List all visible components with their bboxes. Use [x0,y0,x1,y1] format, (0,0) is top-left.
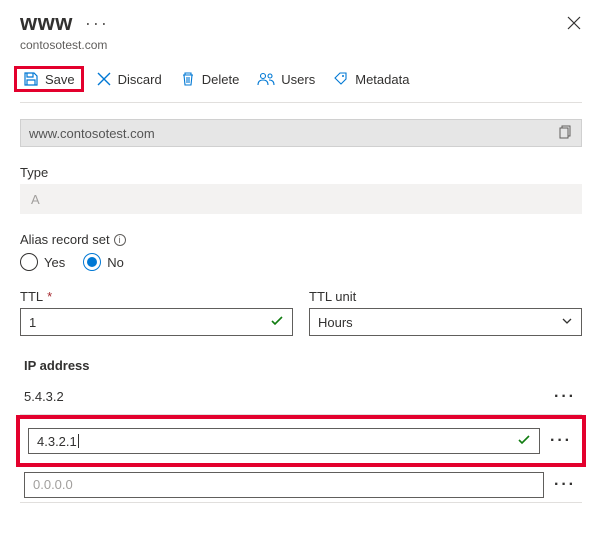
ttl-value: 1 [29,315,36,330]
discard-button[interactable]: Discard [96,71,162,87]
type-field: A [20,184,582,214]
ip-row: 5.4.3.2 ··· [20,379,582,415]
chevron-down-icon [561,315,573,330]
header-more-button[interactable]: ··· [85,14,109,32]
row-more-button[interactable]: ··· [552,476,578,494]
check-icon [517,433,531,450]
tag-icon [333,71,349,87]
delete-label: Delete [202,72,240,87]
users-label: Users [281,72,315,87]
fqdn-display: www.contosotest.com [20,119,582,147]
ip-section-header: IP address [20,358,582,373]
copy-icon [559,125,573,139]
toolbar: Save Discard Delete Users Metadata [20,62,582,103]
ip-placeholder-value: 0.0.0.0 [33,477,73,492]
discard-label: Discard [118,72,162,87]
info-icon[interactable]: i [114,234,126,246]
save-label: Save [45,72,75,87]
ip-row: 0.0.0.0 ··· [20,467,582,503]
row-more-button[interactable]: ··· [552,388,578,406]
users-button[interactable]: Users [257,71,315,87]
trash-icon [180,71,196,87]
type-value: A [31,192,40,207]
ip-edit-value: 4.3.2.1 [37,434,77,449]
users-icon [257,71,275,87]
text-caret [78,434,79,448]
save-highlight: Save [14,66,84,92]
required-asterisk: * [47,289,52,304]
save-button[interactable]: Save [23,71,75,87]
alias-no-option[interactable]: No [83,253,124,271]
ttl-unit-value: Hours [318,315,353,330]
ttl-label-row: TTL * [20,289,293,304]
zone-subtitle: contosotest.com [20,38,582,52]
metadata-label: Metadata [355,72,409,87]
metadata-button[interactable]: Metadata [333,71,409,87]
ip-value[interactable]: 5.4.3.2 [24,389,544,404]
ip-grid-container: 5.4.3.2 ··· 4.3.2.1 ··· [20,379,582,503]
ttl-unit-label: TTL unit [309,289,582,304]
copy-button[interactable] [559,125,573,142]
close-button[interactable] [566,15,582,31]
ttl-unit-select[interactable]: Hours [309,308,582,336]
ttl-input[interactable]: 1 [20,308,293,336]
ip-edit-input[interactable]: 4.3.2.1 [28,428,540,454]
close-icon [566,15,582,31]
ip-edit-highlight: 4.3.2.1 ··· [16,415,586,467]
delete-button[interactable]: Delete [180,71,240,87]
ip-row: 4.3.2.1 ··· [24,423,578,459]
ttl-label: TTL [20,289,43,304]
radio-icon [20,253,38,271]
type-label: Type [20,165,582,180]
alias-yes-option[interactable]: Yes [20,253,65,271]
record-name-title: www [20,10,73,36]
save-icon [23,71,39,87]
discard-icon [96,71,112,87]
alias-label: Alias record set [20,232,110,247]
row-more-button[interactable]: ··· [548,432,574,450]
check-icon [270,314,284,331]
alias-no-label: No [107,255,124,270]
fqdn-value: www.contosotest.com [29,126,155,141]
radio-selected-icon [83,253,101,271]
ip-placeholder-input[interactable]: 0.0.0.0 [24,472,544,498]
alias-label-row: Alias record set i [20,232,582,247]
alias-yes-label: Yes [44,255,65,270]
